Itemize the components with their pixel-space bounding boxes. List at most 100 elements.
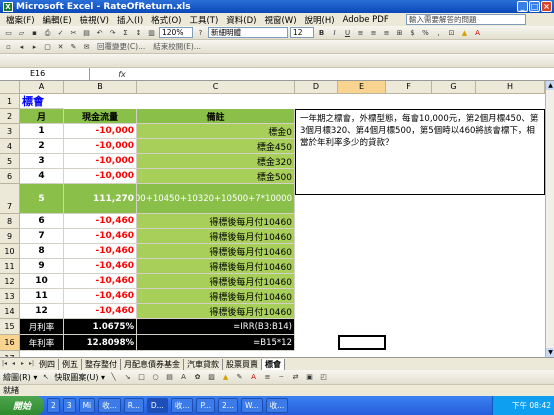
taskbar-item[interactable]: 收...	[170, 398, 194, 413]
next-comment-icon[interactable]: ▸	[29, 42, 40, 52]
font-select[interactable]: 新細明體	[208, 27, 288, 38]
align-left-icon[interactable]: ≡	[355, 28, 366, 38]
name-box[interactable]: E16	[0, 68, 90, 80]
sheet-tab[interactable]: 例五	[59, 358, 82, 370]
row-header[interactable]: 1	[0, 94, 20, 109]
row-header[interactable]: 5	[0, 154, 20, 169]
wordart-icon[interactable]: A	[178, 372, 189, 382]
taskbar-item[interactable]: R...	[123, 398, 144, 413]
col-header-g[interactable]: G	[432, 81, 476, 94]
row-header[interactable]: 9	[0, 229, 20, 244]
menu-file[interactable]: 檔案(F)	[2, 14, 39, 26]
row-header[interactable]: 16	[0, 335, 20, 351]
prev-sheet-icon[interactable]: ◂	[9, 359, 18, 369]
sheet-tab[interactable]: 月配息債券基金	[121, 358, 184, 370]
paste-icon[interactable]: ▤	[81, 28, 92, 38]
sheet-tab-active[interactable]: 標會	[262, 358, 285, 370]
show-comment-icon[interactable]: ▢	[42, 42, 53, 52]
draw-font-color-icon[interactable]: A	[248, 372, 259, 382]
taskbar-item[interactable]: 2...	[218, 398, 238, 413]
font-color-icon[interactable]: A	[472, 28, 483, 38]
3d-icon[interactable]: ◰	[318, 372, 329, 382]
track-changes-icon[interactable]: ✎	[68, 42, 79, 52]
row-header[interactable]: 10	[0, 244, 20, 259]
align-right-icon[interactable]: ≡	[381, 28, 392, 38]
last-sheet-icon[interactable]: ▸|	[27, 359, 36, 369]
start-button[interactable]: 開始	[0, 396, 44, 415]
col-header-b[interactable]: B	[64, 81, 137, 94]
row-header[interactable]: 12	[0, 274, 20, 289]
col-header-f[interactable]: F	[386, 81, 432, 94]
close-button[interactable]: ×	[541, 1, 552, 12]
delete-comment-icon[interactable]: ✕	[55, 42, 66, 52]
line-icon[interactable]: ╲	[108, 372, 119, 382]
dash-style-icon[interactable]: ┄	[276, 372, 287, 382]
undo-icon[interactable]: ↶	[94, 28, 105, 38]
sort-icon[interactable]: ↕	[133, 28, 144, 38]
help-search-input[interactable]: 輸入需要解答的問題	[406, 14, 526, 25]
chart-icon[interactable]: ▥	[146, 28, 157, 38]
next-sheet-icon[interactable]: ▸	[18, 359, 27, 369]
taskbar-item[interactable]: 收...	[98, 398, 121, 413]
autoshape-menu-button[interactable]: 快取圖案(U) ▾	[54, 372, 105, 383]
sheet-tab[interactable]: 整存整付	[82, 358, 121, 370]
menu-help[interactable]: 說明(H)	[301, 14, 339, 26]
row-header[interactable]: 3	[0, 124, 20, 139]
comma-icon[interactable]: ,	[433, 28, 444, 38]
line-color-icon[interactable]: ✎	[234, 372, 245, 382]
spreadsheet-grid[interactable]: A B C D E F G H 1 2 3 4 5 6 7 8 9 10 11 …	[0, 81, 545, 357]
arrow-icon[interactable]: ↘	[122, 372, 133, 382]
menu-format[interactable]: 格式(O)	[147, 14, 185, 26]
row-header[interactable]: 4	[0, 139, 20, 154]
percent-icon[interactable]: %	[420, 28, 431, 38]
sheet-tab[interactable]: 例四	[36, 358, 59, 370]
spelling-icon[interactable]: ✓	[55, 28, 66, 38]
merge-icon[interactable]: ⊞	[394, 28, 405, 38]
taskbar-item[interactable]: Mi	[78, 398, 96, 413]
redo-icon[interactable]: ↷	[107, 28, 118, 38]
sheet-tab[interactable]: 汽車貸款	[184, 358, 223, 370]
col-header-c[interactable]: C	[137, 81, 295, 94]
borders-icon[interactable]: ⊡	[446, 28, 457, 38]
first-sheet-icon[interactable]: |◂	[0, 359, 9, 369]
col-header-d[interactable]: D	[295, 81, 338, 94]
bold-icon[interactable]: B	[316, 28, 327, 38]
col-header-e[interactable]: E	[338, 81, 386, 94]
row-header[interactable]: 14	[0, 304, 20, 319]
sum-icon[interactable]: Σ	[120, 28, 131, 38]
line-style-icon[interactable]: ≡	[262, 372, 273, 382]
clipart-icon[interactable]: ✿	[192, 372, 203, 382]
menu-view[interactable]: 檢視(V)	[76, 14, 113, 26]
function-icon[interactable]: fx	[116, 70, 128, 79]
help-icon[interactable]: ?	[195, 28, 206, 38]
picture-icon[interactable]: ▨	[206, 372, 217, 382]
menu-tools[interactable]: 工具(T)	[185, 14, 222, 26]
comment-icon[interactable]: ▫	[3, 42, 14, 52]
taskbar-item[interactable]: W...	[240, 398, 263, 413]
question-text-box[interactable]: 一年期之標會，外標型態，每會10,000元，第2個月標450、第3個月標320、…	[295, 109, 545, 195]
prev-comment-icon[interactable]: ◂	[16, 42, 27, 52]
print-icon[interactable]: ⎙	[42, 28, 53, 38]
vertical-scrollbar[interactable]: ▲ ▼	[545, 81, 554, 357]
align-center-icon[interactable]: ≡	[368, 28, 379, 38]
row-header[interactable]: 11	[0, 259, 20, 274]
taskbar-item[interactable]: 3	[62, 398, 76, 413]
select-all-corner[interactable]	[0, 81, 20, 94]
scroll-down-icon[interactable]: ▼	[546, 348, 554, 357]
maximize-button[interactable]: □	[529, 1, 540, 12]
open-icon[interactable]: ▱	[16, 28, 27, 38]
font-size-select[interactable]: 12	[290, 27, 314, 38]
taskbar-item[interactable]: 收...	[265, 398, 289, 413]
row-header[interactable]: 15	[0, 319, 20, 335]
cut-icon[interactable]: ✂	[68, 28, 79, 38]
italic-icon[interactable]: I	[329, 28, 340, 38]
row-header[interactable]: 13	[0, 289, 20, 304]
taskbar-item[interactable]: 2	[47, 398, 60, 413]
oval-icon[interactable]: ○	[150, 372, 161, 382]
row-header[interactable]: 7	[0, 184, 20, 214]
col-header-a[interactable]: A	[20, 81, 64, 94]
menu-edit[interactable]: 編輯(E)	[39, 14, 76, 26]
scroll-up-icon[interactable]: ▲	[546, 81, 554, 90]
underline-icon[interactable]: U	[342, 28, 353, 38]
draw-fill-color-icon[interactable]: ▲	[220, 372, 231, 382]
